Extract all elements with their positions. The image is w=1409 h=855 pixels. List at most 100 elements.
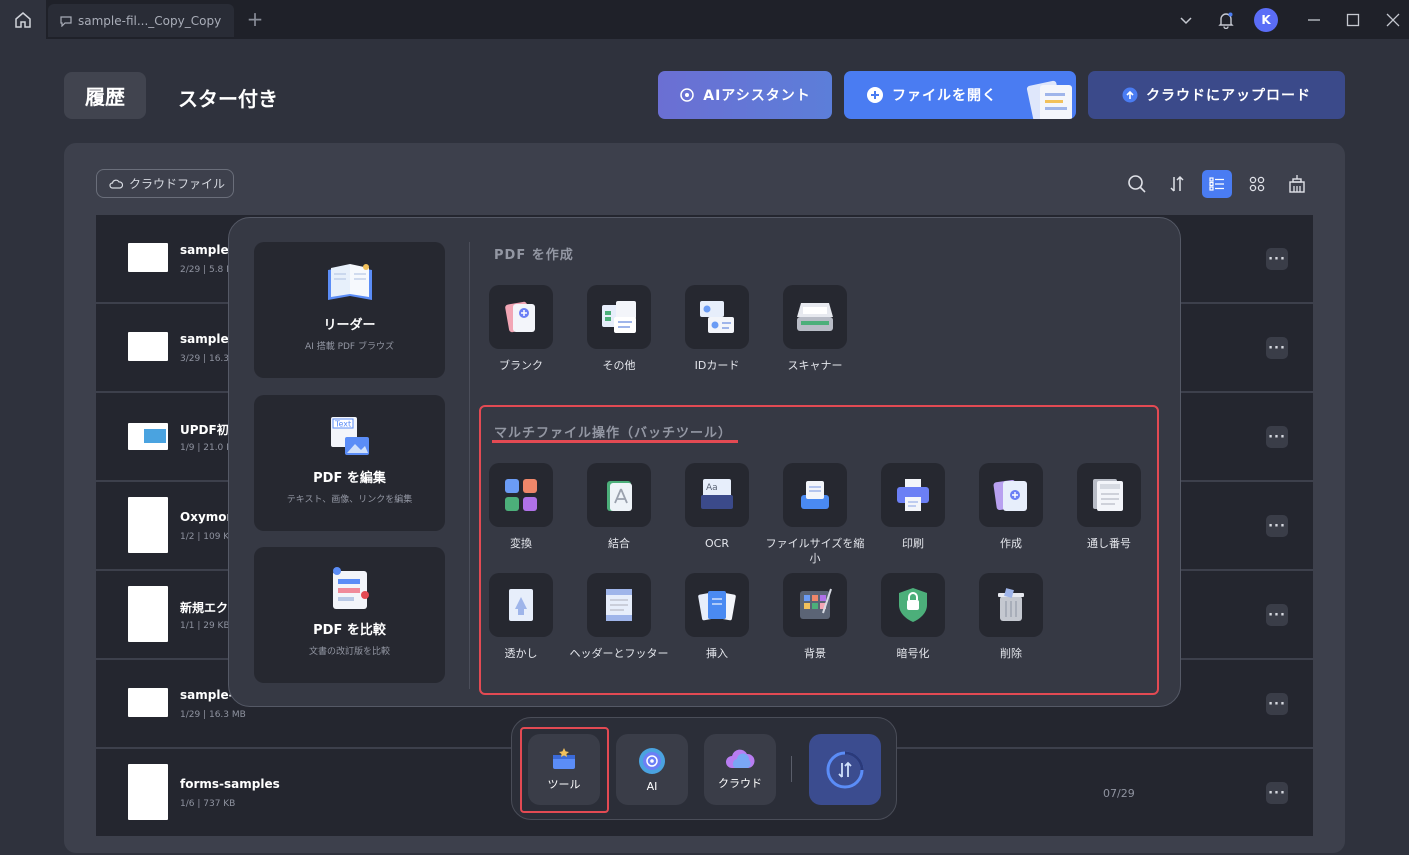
document-tab[interactable]: sample-fil..._Copy_Copy xyxy=(48,4,234,37)
compare-icon xyxy=(332,567,369,609)
edit-pdf-subtitle: テキスト、画像、リンクを編集 xyxy=(286,495,413,505)
create-label: 作成 xyxy=(1000,537,1022,550)
background-tool[interactable] xyxy=(783,573,847,637)
notification-button[interactable] xyxy=(1214,0,1238,39)
more-button[interactable]: ··· xyxy=(1266,426,1288,448)
blank-tool[interactable] xyxy=(489,285,553,349)
grid-view-button[interactable] xyxy=(1242,170,1272,198)
upload-cloud-label: クラウドにアップロード xyxy=(1146,88,1311,104)
chevron-down-button[interactable] xyxy=(1174,0,1198,39)
delete-tool[interactable] xyxy=(979,573,1043,637)
chevron-down-icon xyxy=(1180,16,1192,24)
encrypt-tool[interactable] xyxy=(881,573,945,637)
dock-ai-button[interactable]: AI xyxy=(616,734,688,805)
create-tool[interactable] xyxy=(979,463,1043,527)
avatar[interactable]: K xyxy=(1254,8,1278,32)
compare-pdf-card[interactable]: PDF を比較 文書の改訂版を比較 xyxy=(254,547,445,683)
print-label: 印刷 xyxy=(902,537,924,550)
cloud-icon xyxy=(109,179,123,189)
reader-card[interactable]: リーダー AI 搭載 PDF ブラウズ xyxy=(254,242,445,378)
search-button[interactable] xyxy=(1122,170,1152,198)
file-thumbnail xyxy=(128,332,168,361)
dock-cloud-button[interactable]: クラウド xyxy=(704,734,776,805)
tab-history[interactable]: 履歴 xyxy=(64,72,146,119)
more-button[interactable]: ··· xyxy=(1266,337,1288,359)
convert-icon xyxy=(505,479,537,511)
upload-cloud-button[interactable]: クラウドにアップロード xyxy=(1088,71,1345,119)
close-button[interactable] xyxy=(1381,0,1405,39)
scanner-label: スキャナー xyxy=(787,359,843,372)
broom-icon xyxy=(1289,175,1305,193)
ai-icon xyxy=(680,88,694,102)
batch-heading-underline xyxy=(492,440,738,443)
dock-divider xyxy=(791,756,792,782)
edit-text-icon: Text xyxy=(330,417,369,455)
clear-history-button[interactable] xyxy=(1282,170,1312,198)
other-label: その他 xyxy=(602,359,636,372)
header-footer-tool[interactable] xyxy=(587,573,651,637)
more-button[interactable]: ··· xyxy=(1266,604,1288,626)
more-button[interactable]: ··· xyxy=(1266,248,1288,270)
file-thumbnail xyxy=(128,586,168,642)
file-meta: 1/6 | 737 KB xyxy=(180,799,236,809)
documents-icon xyxy=(1026,80,1072,119)
file-meta: 1/2 | 109 KI xyxy=(180,532,232,542)
new-tab-button[interactable]: + xyxy=(244,8,266,30)
sync-icon xyxy=(826,751,864,788)
upload-icon xyxy=(1122,87,1138,103)
ai-assistant-label: AIアシスタント xyxy=(703,88,811,104)
ai-orb-icon xyxy=(639,747,665,774)
file-date: 07/29 xyxy=(1103,787,1135,800)
edit-pdf-title: PDF を編集 xyxy=(313,471,386,486)
create-pdf-heading: PDF を作成 xyxy=(494,248,574,263)
svg-text:Text: Text xyxy=(334,420,351,429)
open-file-button[interactable]: ファイルを開く xyxy=(844,71,1076,119)
header-footer-icon xyxy=(606,589,632,621)
svg-text:Aa: Aa xyxy=(706,483,718,493)
compress-tool[interactable] xyxy=(783,463,847,527)
more-button[interactable]: ··· xyxy=(1266,515,1288,537)
list-view-button[interactable] xyxy=(1202,170,1232,198)
insert-tool[interactable] xyxy=(685,573,749,637)
background-label: 背景 xyxy=(804,647,826,660)
file-thumbnail xyxy=(128,688,168,717)
print-tool[interactable] xyxy=(881,463,945,527)
ocr-icon: Aa xyxy=(701,479,733,509)
cloud-icon xyxy=(726,749,755,768)
cloud-files-button[interactable]: クラウドファイル xyxy=(96,169,234,198)
watermark-tool[interactable] xyxy=(489,573,553,637)
watermark-icon xyxy=(509,589,533,621)
maximize-button[interactable] xyxy=(1341,0,1365,39)
edit-pdf-card[interactable]: Text PDF を編集 テキスト、画像、リンクを編集 xyxy=(254,395,445,531)
ocr-label: OCR xyxy=(705,537,729,550)
plus-circle-icon xyxy=(867,87,883,103)
reader-subtitle: AI 搭載 PDF ブラウズ xyxy=(305,342,394,352)
file-meta: 3/29 | 16.3 xyxy=(180,354,230,364)
ocr-tool[interactable]: Aa xyxy=(685,463,749,527)
merge-tool[interactable] xyxy=(587,463,651,527)
file-meta: 2/29 | 5.8 M xyxy=(180,265,234,275)
sort-button[interactable] xyxy=(1162,170,1192,198)
id-card-tool[interactable] xyxy=(685,285,749,349)
insert-label: 挿入 xyxy=(706,647,728,660)
dock-sync-button[interactable] xyxy=(809,734,881,805)
bell-icon xyxy=(1218,12,1234,29)
home-button[interactable] xyxy=(0,0,46,39)
more-button[interactable]: ··· xyxy=(1266,693,1288,715)
convert-tool[interactable] xyxy=(489,463,553,527)
ai-assistant-button[interactable]: AIアシスタント xyxy=(658,71,832,119)
title-bar: sample-fil..._Copy_Copy + K xyxy=(0,0,1409,39)
file-name: forms-samples xyxy=(180,777,280,791)
close-icon xyxy=(1386,13,1400,26)
bates-tool[interactable] xyxy=(1077,463,1141,527)
scanner-tool[interactable] xyxy=(783,285,847,349)
other-formats-icon xyxy=(602,301,636,333)
other-tool[interactable] xyxy=(587,285,651,349)
tab-starred[interactable]: スター付き xyxy=(178,83,278,112)
tab-title: sample-fil..._Copy_Copy xyxy=(78,13,222,28)
convert-label: 変換 xyxy=(510,537,532,550)
more-button[interactable]: ··· xyxy=(1266,782,1288,804)
minimize-button[interactable] xyxy=(1302,0,1326,39)
blank-label: ブランク xyxy=(499,359,543,372)
dock-cloud-label: クラウド xyxy=(718,777,762,790)
